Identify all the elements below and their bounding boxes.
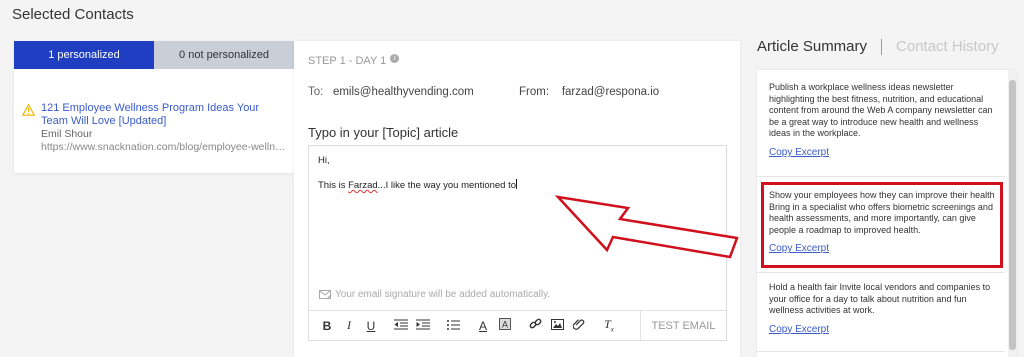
signature-icon [319, 290, 332, 300]
right-panel-tabs: Article Summary Contact History [757, 38, 999, 55]
paperclip-icon [572, 319, 585, 330]
highlight-button[interactable]: A [495, 318, 515, 333]
indent-button[interactable] [413, 319, 433, 333]
to-value: emils@healthyvending.com [332, 86, 474, 98]
warning-icon [22, 104, 35, 116]
attachment-button[interactable] [569, 318, 589, 333]
email-body-text[interactable]: Hi, This is Farzad...I like the way you … [318, 155, 518, 192]
outdent-icon [394, 319, 408, 329]
italic-button[interactable]: I [339, 318, 359, 333]
contact-list-item[interactable]: 121 Employee Wellness Program Ideas Your… [22, 102, 288, 154]
outdent-button[interactable] [391, 319, 411, 333]
email-composer: STEP 1 - DAY 1 i To: emils@healthyvendin… [294, 41, 740, 357]
image-button[interactable] [547, 318, 567, 333]
email-subject[interactable]: Typo in your [Topic] article [308, 125, 458, 140]
to-label: To: [308, 86, 324, 98]
test-email-button[interactable]: TEST EMAIL [640, 311, 726, 340]
text-color-button[interactable]: A [473, 319, 493, 333]
body-paragraph: This is Farzad...I like the way you ment… [318, 179, 518, 191]
from-value: farzad@respona.io [561, 86, 660, 98]
underline-button[interactable]: U [361, 319, 381, 333]
tab-contact-history[interactable]: Contact History [896, 38, 999, 55]
excerpt-item: Hold a health fair Invite local vendors … [769, 282, 997, 335]
divider [757, 351, 1005, 352]
list-button[interactable] [443, 319, 463, 333]
from-label: From: [519, 86, 550, 98]
editor-toolbar: B I U A A Tx TEST EMAIL [309, 310, 726, 340]
page-title: Selected Contacts [12, 6, 134, 23]
copy-excerpt-link[interactable]: Copy Excerpt [769, 147, 829, 159]
contacts-panel: 1 personalized 0 not personalized 121 Em… [14, 41, 294, 173]
link-icon [529, 318, 541, 328]
image-icon [550, 318, 564, 330]
excerpt-text: Publish a workplace wellness ideas newsl… [769, 82, 993, 139]
excerpt-text: Hold a health fair Invite local vendors … [769, 282, 991, 316]
list-icon [446, 319, 460, 330]
contact-url: https://www.snacknation.com/blog/employe… [41, 141, 288, 153]
tab-personalized[interactable]: 1 personalized [14, 41, 154, 69]
info-icon[interactable]: i [390, 54, 400, 63]
text-caret [516, 179, 518, 189]
signature-note: Your email signature will be added autom… [319, 289, 550, 300]
scrollbar-thumb[interactable] [1009, 80, 1016, 350]
body-greeting: Hi, [318, 155, 330, 166]
indent-icon [416, 319, 430, 329]
link-button[interactable] [525, 318, 545, 334]
bold-button[interactable]: B [317, 319, 337, 333]
divider [757, 176, 1005, 177]
step-label: STEP 1 - DAY 1 [308, 55, 387, 67]
clear-format-button[interactable]: Tx [599, 317, 619, 333]
from-row: From: farzad@respona.io [519, 86, 659, 98]
misspelled-word: Farzad [348, 180, 378, 191]
tab-not-personalized[interactable]: 0 not personalized [154, 41, 294, 69]
svg-text:A: A [502, 320, 508, 330]
email-body-editor[interactable]: Hi, This is Farzad...I like the way you … [308, 145, 727, 341]
annotation-highlight-box [761, 182, 1003, 268]
highlight-icon: A [499, 318, 511, 330]
copy-excerpt-link[interactable]: Copy Excerpt [769, 324, 829, 336]
tab-separator [881, 38, 883, 55]
contact-name: Emil Shour [41, 128, 93, 140]
to-row: To: emils@healthyvending.com [308, 86, 474, 98]
contacts-tabs: 1 personalized 0 not personalized [14, 41, 294, 69]
divider [757, 272, 1005, 273]
tab-article-summary[interactable]: Article Summary [757, 38, 867, 55]
contact-article-title[interactable]: 121 Employee Wellness Program Ideas Your… [41, 102, 288, 128]
excerpt-item: Publish a workplace wellness ideas newsl… [769, 82, 997, 159]
scrollbar-track[interactable] [1008, 70, 1017, 357]
step-indicator: STEP 1 - DAY 1 i [308, 54, 400, 67]
